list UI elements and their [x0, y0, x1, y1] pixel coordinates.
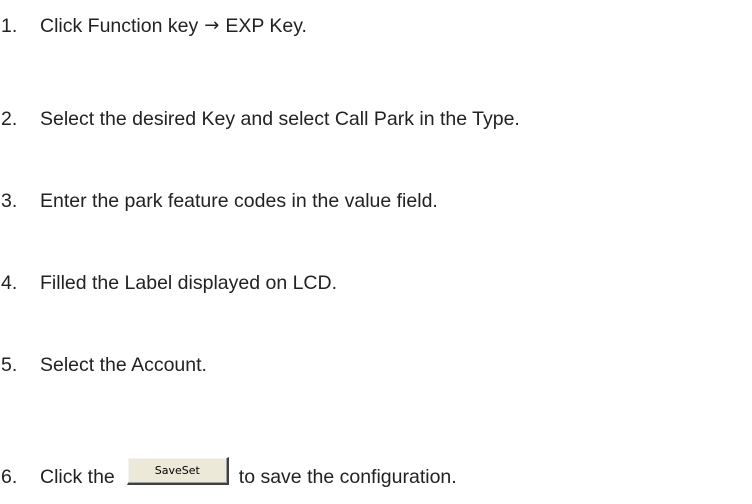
step-number: 6. — [1, 466, 18, 488]
right-arrow-icon: → — [204, 15, 220, 36]
step-text: Enter the park feature codes in the valu… — [40, 190, 438, 212]
step-number: 1. — [1, 15, 18, 37]
step-5: 5. Select the Account. — [0, 351, 207, 379]
step-number: 5. — [1, 354, 18, 376]
step-text-after: to save the configuration. — [238, 466, 457, 488]
saveset-button[interactable]: SaveSet — [126, 457, 229, 485]
step-number: 4. — [1, 272, 18, 294]
step-4: 4. Filled the Label displayed on LCD. — [0, 269, 337, 297]
instruction-steps: 1. Click Function key → EXP Key. 2. Sele… — [0, 0, 752, 504]
step-2: 2. Select the desired Key and select Cal… — [0, 105, 520, 133]
step-number: 2. — [1, 108, 18, 130]
step-text: Filled the Label displayed on LCD. — [40, 272, 338, 294]
step-1: 1. Click Function key → EXP Key. — [0, 12, 307, 40]
step-text: Select the Account. — [40, 354, 207, 376]
step-text-before: Click the — [40, 466, 115, 488]
step-text-after: EXP Key. — [225, 15, 307, 37]
step-text-before: Click Function key — [40, 15, 199, 37]
step-3: 3. Enter the park feature codes in the v… — [0, 187, 438, 215]
step-number: 3. — [1, 190, 18, 212]
step-text: Select the desired Key and select Call P… — [40, 108, 520, 130]
step-6: 6. Click the SaveSet to save the configu… — [0, 457, 457, 491]
